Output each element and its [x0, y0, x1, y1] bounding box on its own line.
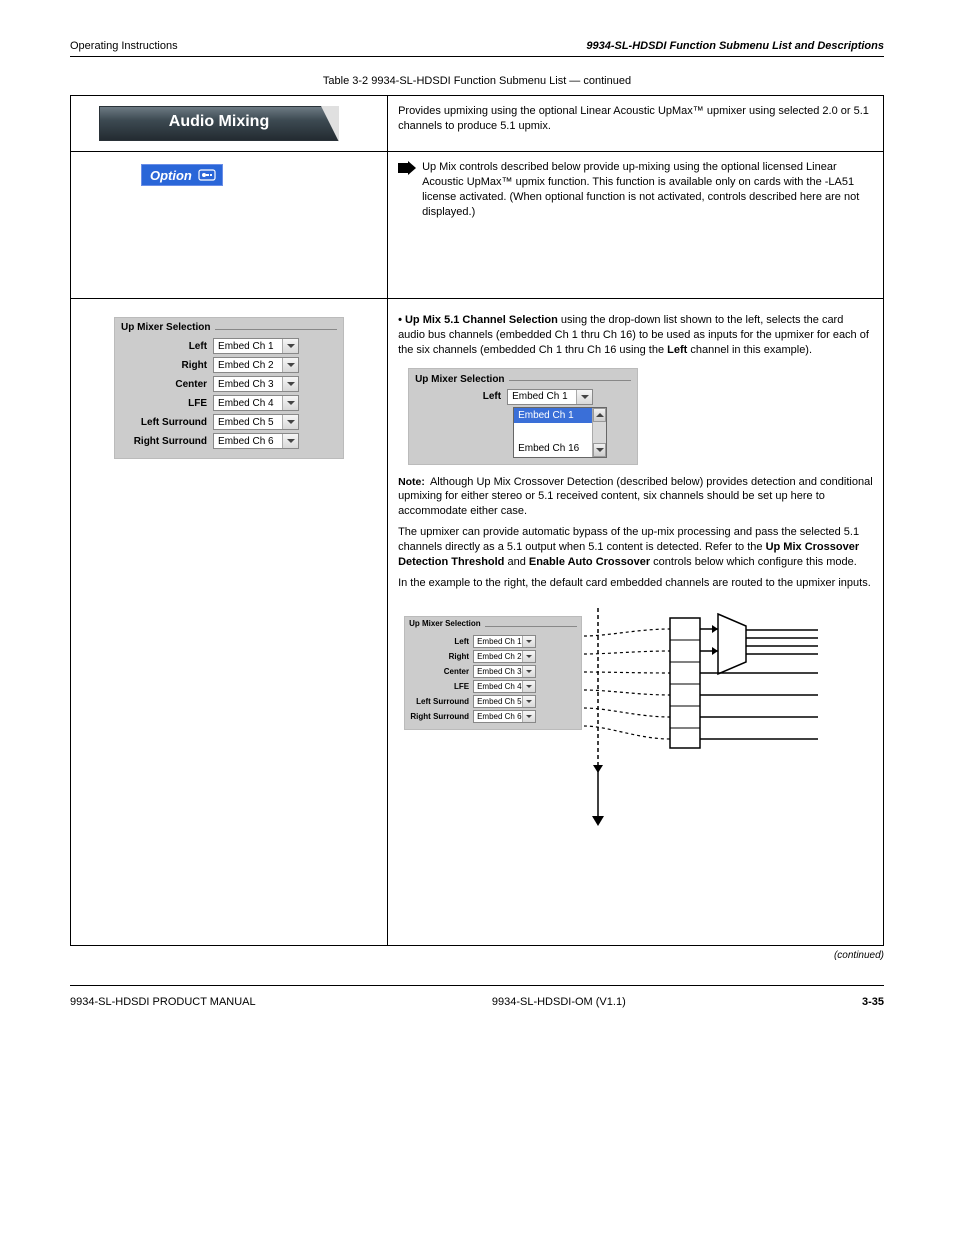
label-rs: Right Surround [121, 436, 213, 447]
option-badge-label: Option [150, 168, 192, 183]
banner-text: Audio Mixing [100, 113, 338, 131]
banner-corner-icon [321, 106, 339, 142]
header-left: Operating Instructions [70, 40, 178, 52]
upmixer-panel-title: Up Mixer Selection [121, 322, 214, 333]
example-paragraph: In the example to the right, the default… [398, 576, 873, 591]
cell-option-text: Up Mix controls described below provide … [388, 152, 884, 299]
chevron-down-icon [282, 396, 298, 410]
banner-description: Provides upmixing using the optional Lin… [398, 105, 869, 132]
label-lfe: LFE [121, 398, 213, 409]
field-right: Right Embed Ch 2 [121, 357, 337, 373]
header-rule [70, 56, 884, 57]
cell-option-badge: Option [71, 152, 388, 299]
dropdown-label-left: Left [415, 390, 507, 404]
chevron-down-icon [282, 377, 298, 391]
chevron-down-icon [282, 358, 298, 372]
dropdown-select-left[interactable]: Embed Ch 1 [507, 389, 593, 405]
crossover-paragraph: The upmixer can provide automatic bypass… [398, 525, 873, 570]
select-ls[interactable]: Embed Ch 5 [213, 414, 299, 430]
option-badge: Option [141, 164, 223, 186]
license-key-icon [198, 169, 216, 181]
chevron-down-icon [576, 390, 592, 404]
field-center: Center Embed Ch 3 [121, 376, 337, 392]
select-rs[interactable]: Embed Ch 6 [213, 433, 299, 449]
select-left[interactable]: Embed Ch 1 [213, 338, 299, 354]
field-ls: Left Surround Embed Ch 5 [121, 414, 337, 430]
dropdown-panel-title: Up Mixer Selection [415, 373, 508, 387]
label-ls: Left Surround [121, 417, 213, 428]
label-center: Center [121, 379, 213, 390]
scroll-down-icon[interactable] [593, 443, 606, 457]
function-table: Audio Mixing Provides upmixing using the… [70, 95, 884, 946]
dropdown-listbox[interactable]: Embed Ch 1 Embed Ch 16 [513, 407, 607, 458]
field-left: Left Embed Ch 1 [121, 338, 337, 354]
dropdown-field-left: Left Embed Ch 1 [415, 389, 631, 405]
diagram-panel-title: Up Mixer Selection [409, 619, 485, 630]
field-rs: Right Surround Embed Ch 6 [121, 433, 337, 449]
note-paragraph: Note: Although Up Mix Crossover Detectio… [398, 475, 873, 520]
page-footer: 9934-SL-HDSDI PRODUCT MANUAL 9934-SL-HDS… [70, 996, 884, 1008]
chevron-down-icon [282, 434, 298, 448]
chevron-down-icon [282, 415, 298, 429]
continued-note: (continued) [70, 950, 884, 961]
dropdown-scrollbar[interactable] [592, 408, 606, 457]
cell-banner-desc: Provides upmixing using the optional Lin… [388, 96, 884, 152]
cell-banner: Audio Mixing [71, 96, 388, 152]
right-arrow-icon [398, 161, 416, 175]
footer-mid: 9934-SL-HDSDI-OM (V1.1) [492, 996, 626, 1008]
upmix-block-diagram [398, 608, 858, 838]
scroll-up-icon[interactable] [593, 408, 606, 422]
header-right: 9934-SL-HDSDI Function Submenu List and … [586, 40, 884, 52]
label-left: Left [121, 341, 213, 352]
chevron-down-icon [282, 339, 298, 353]
upmixer-selection-panel: Up Mixer Selection Left Embed Ch 1 Ri [114, 317, 344, 459]
cell-upmixer-panel: Up Mixer Selection Left Embed Ch 1 Ri [71, 299, 388, 946]
audio-mixing-banner: Audio Mixing [99, 106, 339, 141]
option-description: Up Mix controls described below provide … [422, 160, 873, 219]
footer-left: 9934-SL-HDSDI PRODUCT MANUAL [70, 996, 256, 1008]
upmixer-dropdown-example: Up Mixer Selection Left Embed Ch 1 Embed… [408, 368, 638, 465]
upmix-diagram: Up Mixer Selection LeftEmbed Ch 1 RightE… [398, 608, 873, 838]
select-center[interactable]: Embed Ch 3 [213, 376, 299, 392]
bullet-upmix-selection: • Up Mix 5.1 Channel Selection using the… [398, 313, 873, 358]
cell-upmixer-desc: • Up Mix 5.1 Channel Selection using the… [388, 299, 884, 946]
table-caption: Table 3-2 9934-SL-HDSDI Function Submenu… [70, 75, 884, 87]
footer-right: 3-35 [862, 996, 884, 1008]
field-lfe: LFE Embed Ch 4 [121, 395, 337, 411]
select-lfe[interactable]: Embed Ch 4 [213, 395, 299, 411]
select-right[interactable]: Embed Ch 2 [213, 357, 299, 373]
page: Operating Instructions 9934-SL-HDSDI Fun… [0, 0, 954, 1048]
label-right: Right [121, 360, 213, 371]
footer-rule [70, 985, 884, 986]
page-header: Operating Instructions 9934-SL-HDSDI Fun… [70, 40, 884, 52]
